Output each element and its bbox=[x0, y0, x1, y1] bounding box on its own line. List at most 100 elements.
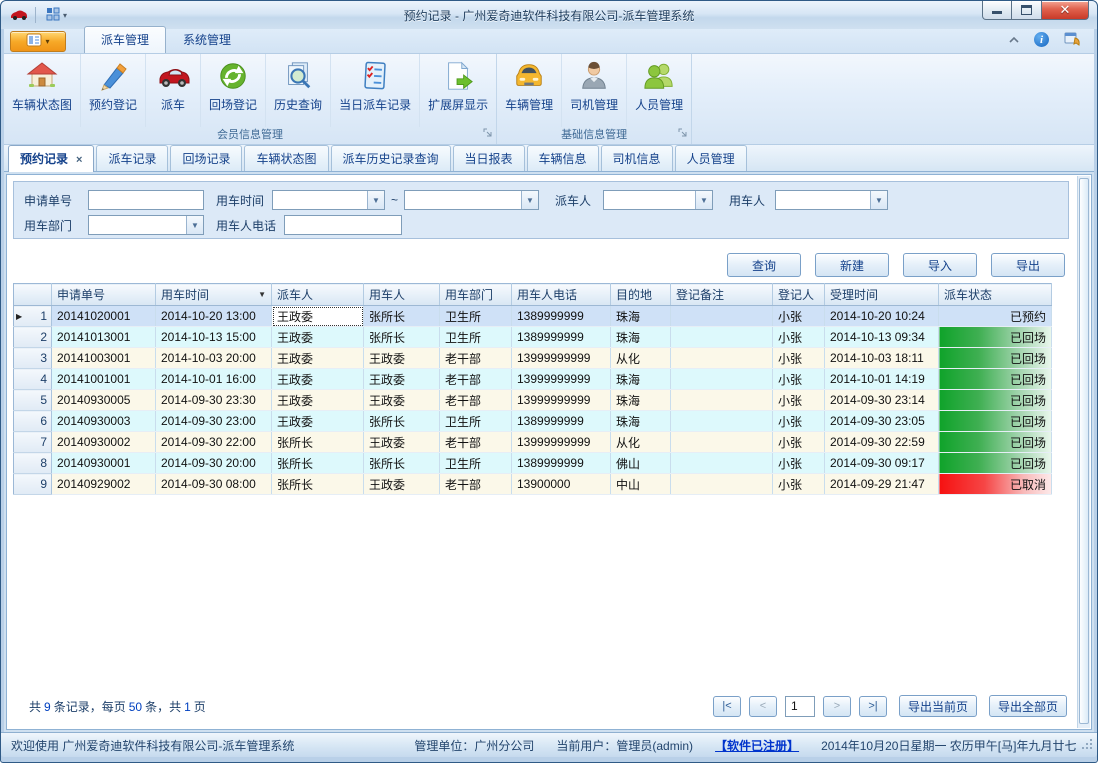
close-button[interactable]: ✕ bbox=[1042, 1, 1089, 20]
export-all-pages-button[interactable]: 导出全部页 bbox=[989, 695, 1067, 717]
table-row[interactable]: 8201409300012014-09-30 20:00张所长张所长卫生所138… bbox=[14, 453, 1052, 474]
table-cell[interactable]: 2014-09-30 22:00 bbox=[156, 432, 272, 453]
table-cell[interactable] bbox=[671, 411, 773, 432]
create-button[interactable]: 新建 bbox=[815, 253, 889, 277]
table-cell[interactable]: 1389999999 bbox=[512, 327, 611, 348]
document-tab[interactable]: 车辆状态图 bbox=[244, 145, 328, 171]
document-tab[interactable]: 人员管理 bbox=[675, 145, 747, 171]
maximize-button[interactable] bbox=[1012, 1, 1042, 20]
table-cell[interactable]: 已回场 bbox=[939, 327, 1052, 348]
ribbon-button[interactable]: 车辆管理 bbox=[497, 54, 562, 127]
column-header[interactable]: 用车时间▼ bbox=[156, 284, 272, 306]
table-cell[interactable] bbox=[671, 390, 773, 411]
table-cell[interactable]: 20140930005 bbox=[52, 390, 156, 411]
table-cell[interactable]: 20140930003 bbox=[52, 411, 156, 432]
document-tab[interactable]: 回场记录 bbox=[170, 145, 242, 171]
ribbon-button[interactable]: 当日派车记录 bbox=[331, 54, 420, 127]
table-cell[interactable]: 已取消 bbox=[939, 474, 1052, 495]
table-cell[interactable]: 老干部 bbox=[440, 432, 512, 453]
table-row[interactable]: 3201410030012014-10-03 20:00王政委王政委老干部139… bbox=[14, 348, 1052, 369]
table-cell[interactable]: 20141013001 bbox=[52, 327, 156, 348]
document-tab[interactable]: 派车记录 bbox=[96, 145, 168, 171]
table-row[interactable]: 5201409300052014-09-30 23:30王政委王政委老干部139… bbox=[14, 390, 1052, 411]
document-tab[interactable]: 派车历史记录查询 bbox=[331, 145, 451, 171]
table-cell[interactable]: 珠海 bbox=[611, 306, 671, 327]
table-cell[interactable]: 已预约 bbox=[939, 306, 1052, 327]
table-row[interactable]: 6201409300032014-09-30 23:00王政委张所长卫生所138… bbox=[14, 411, 1052, 432]
row-header-corner[interactable] bbox=[14, 284, 52, 306]
row-header-cell[interactable]: 8 bbox=[14, 453, 52, 474]
table-cell[interactable]: 卫生所 bbox=[440, 453, 512, 474]
ribbon-button[interactable]: 派车 bbox=[146, 54, 201, 127]
table-cell[interactable] bbox=[671, 474, 773, 495]
page-number-input[interactable] bbox=[785, 696, 815, 717]
table-cell[interactable]: 王政委 bbox=[272, 306, 364, 327]
last-page-button[interactable]: >| bbox=[859, 696, 887, 717]
row-header-cell[interactable]: 9 bbox=[14, 474, 52, 495]
document-tab[interactable]: 司机信息 bbox=[601, 145, 673, 171]
table-cell[interactable]: 王政委 bbox=[364, 369, 440, 390]
table-cell[interactable]: 张所长 bbox=[272, 453, 364, 474]
table-cell[interactable]: 小张 bbox=[773, 453, 825, 474]
table-cell[interactable]: 小张 bbox=[773, 411, 825, 432]
export-current-page-button[interactable]: 导出当前页 bbox=[899, 695, 977, 717]
table-cell[interactable]: 20140929002 bbox=[52, 474, 156, 495]
table-cell[interactable]: 2014-09-30 23:30 bbox=[156, 390, 272, 411]
import-button[interactable]: 导入 bbox=[903, 253, 977, 277]
table-cell[interactable]: 王政委 bbox=[272, 390, 364, 411]
collapse-ribbon-icon[interactable] bbox=[1008, 33, 1020, 47]
ribbon-tab[interactable]: 系统管理 bbox=[166, 26, 248, 53]
table-cell[interactable]: 20141003001 bbox=[52, 348, 156, 369]
prev-page-button[interactable]: < bbox=[749, 696, 777, 717]
table-cell[interactable]: 已回场 bbox=[939, 369, 1052, 390]
table-cell[interactable]: 2014-09-30 20:00 bbox=[156, 453, 272, 474]
table-cell[interactable]: 张所长 bbox=[364, 411, 440, 432]
table-cell[interactable]: 小张 bbox=[773, 306, 825, 327]
row-header-cell[interactable]: ▶1 bbox=[14, 306, 52, 327]
table-cell[interactable] bbox=[671, 306, 773, 327]
table-cell[interactable]: 已回场 bbox=[939, 390, 1052, 411]
table-cell[interactable] bbox=[671, 369, 773, 390]
table-cell[interactable]: 张所长 bbox=[272, 474, 364, 495]
table-cell[interactable]: 王政委 bbox=[272, 411, 364, 432]
table-cell[interactable]: 卫生所 bbox=[440, 327, 512, 348]
table-cell[interactable]: 13999999999 bbox=[512, 390, 611, 411]
table-cell[interactable]: 2014-10-01 14:19 bbox=[825, 369, 939, 390]
table-cell[interactable]: 20140930001 bbox=[52, 453, 156, 474]
table-cell[interactable]: 老干部 bbox=[440, 474, 512, 495]
table-cell[interactable]: 从化 bbox=[611, 348, 671, 369]
table-cell[interactable]: 小张 bbox=[773, 474, 825, 495]
table-cell[interactable]: 2014-10-20 10:24 bbox=[825, 306, 939, 327]
table-cell[interactable]: 珠海 bbox=[611, 369, 671, 390]
table-cell[interactable]: 卫生所 bbox=[440, 411, 512, 432]
table-cell[interactable] bbox=[671, 327, 773, 348]
table-cell[interactable]: 王政委 bbox=[272, 348, 364, 369]
skin-icon[interactable] bbox=[1063, 30, 1082, 49]
table-cell[interactable]: 小张 bbox=[773, 348, 825, 369]
document-tab[interactable]: 预约记录× bbox=[8, 145, 94, 172]
use-time-to-combo[interactable]: ▼ bbox=[404, 190, 539, 210]
table-cell[interactable]: 2014-10-13 15:00 bbox=[156, 327, 272, 348]
table-cell[interactable]: 2014-10-13 09:34 bbox=[825, 327, 939, 348]
table-cell[interactable]: 已回场 bbox=[939, 348, 1052, 369]
table-cell[interactable]: 2014-09-30 08:00 bbox=[156, 474, 272, 495]
ribbon-button[interactable]: 人员管理 bbox=[627, 54, 691, 127]
dispatcher-combo[interactable]: ▼ bbox=[603, 190, 713, 210]
table-cell[interactable]: 1389999999 bbox=[512, 453, 611, 474]
table-row[interactable]: 7201409300022014-09-30 22:00张所长王政委老干部139… bbox=[14, 432, 1052, 453]
table-cell[interactable]: 王政委 bbox=[364, 474, 440, 495]
close-tab-icon[interactable]: × bbox=[76, 154, 82, 166]
table-cell[interactable]: 已回场 bbox=[939, 432, 1052, 453]
table-cell[interactable]: 中山 bbox=[611, 474, 671, 495]
table-row[interactable]: 9201409290022014-09-30 08:00张所长王政委老干部139… bbox=[14, 474, 1052, 495]
table-cell[interactable]: 已回场 bbox=[939, 411, 1052, 432]
row-header-cell[interactable]: 5 bbox=[14, 390, 52, 411]
table-cell[interactable]: 2014-10-03 18:11 bbox=[825, 348, 939, 369]
order-no-input[interactable] bbox=[88, 190, 204, 210]
dept-combo[interactable]: ▼ bbox=[88, 215, 204, 235]
export-button[interactable]: 导出 bbox=[991, 253, 1065, 277]
table-cell[interactable] bbox=[671, 348, 773, 369]
table-cell[interactable]: 2014-09-30 23:00 bbox=[156, 411, 272, 432]
row-header-cell[interactable]: 2 bbox=[14, 327, 52, 348]
column-header[interactable]: 用车人 bbox=[364, 284, 440, 306]
